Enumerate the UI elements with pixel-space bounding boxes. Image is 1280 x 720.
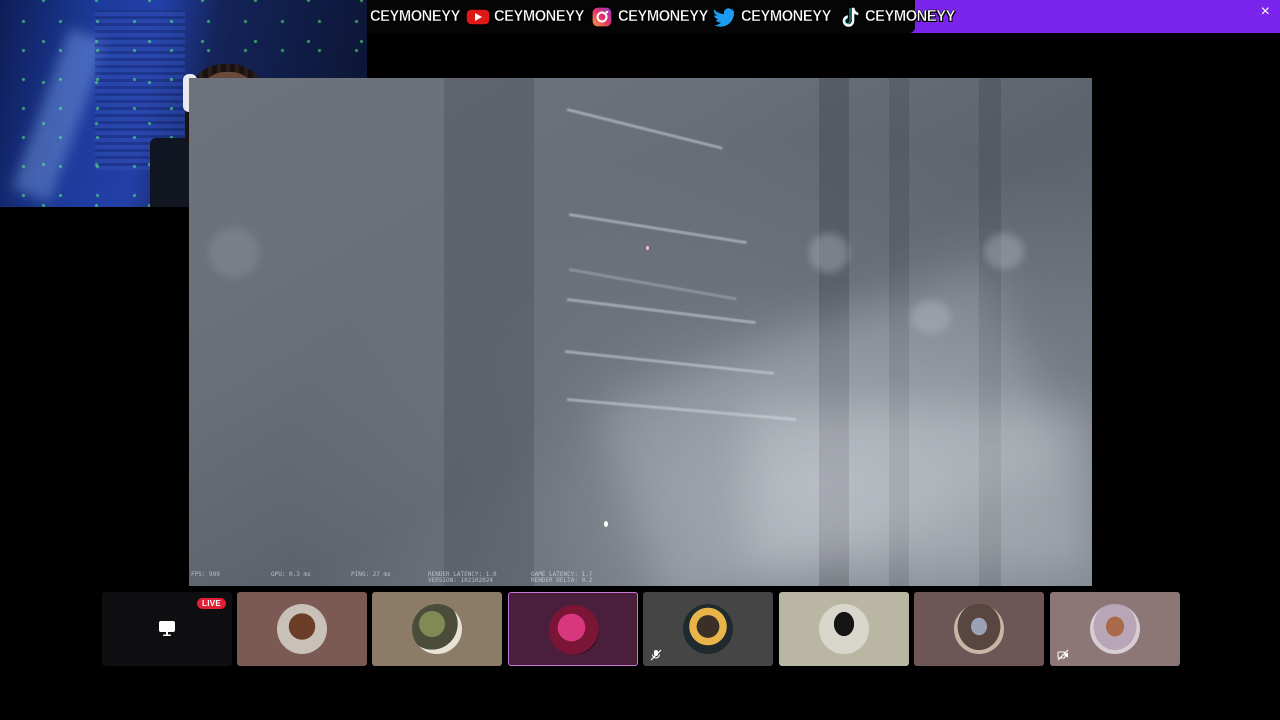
performance-hud: FPS: 999 GPU: 0.3 ms PING: 27 ms RENDER … <box>191 571 621 585</box>
mic-muted-icon <box>650 648 662 661</box>
stream-layout: CEYMONEYY CEYMONEYY CEYMONEYY CEYMONEYY … <box>0 0 1280 720</box>
screen-share-icon <box>158 620 176 642</box>
participant-tile[interactable] <box>914 592 1044 666</box>
twitter-icon <box>712 5 739 29</box>
light-beam <box>568 268 737 301</box>
hud-render-delta: RENDER DELTA: 0.2 <box>531 577 593 584</box>
camera-off-icon <box>1057 648 1069 661</box>
participant-avatar <box>819 604 869 654</box>
tiktok-icon <box>836 5 862 29</box>
light-beam <box>566 108 723 150</box>
youtube-icon <box>465 5 491 29</box>
dust-orb <box>911 300 951 334</box>
screen-share-tile[interactable]: LIVE <box>102 592 232 666</box>
participant-tile-active[interactable] <box>508 592 638 666</box>
particle <box>646 246 649 250</box>
hud-fps: FPS: 999 <box>191 571 220 578</box>
particle <box>604 521 608 527</box>
live-badge: LIVE <box>197 598 226 609</box>
hud-gpu: GPU: 0.3 ms <box>271 571 311 578</box>
participant-tile[interactable] <box>372 592 502 666</box>
youtube-handle: CEYMONEYY <box>493 7 585 25</box>
participant-avatar <box>683 604 733 654</box>
instagram-icon <box>589 5 615 29</box>
participant-tile[interactable] <box>643 592 773 666</box>
participant-tile[interactable] <box>1050 592 1180 666</box>
hud-version: VERSION: 102102024 <box>428 577 494 584</box>
instagram-handle: CEYMONEYY <box>617 7 708 25</box>
participant-strip: LIVE <box>102 592 1180 666</box>
tiktok-handle: CEYMONEYY <box>865 7 956 25</box>
participant-avatar <box>1090 604 1140 654</box>
close-icon[interactable]: × <box>1261 4 1270 20</box>
participant-tile[interactable] <box>779 592 909 666</box>
participant-avatar <box>412 604 462 654</box>
social-banner: CEYMONEYY CEYMONEYY CEYMONEYY CEYMONEYY … <box>367 0 1280 33</box>
twitter-handle: CEYMONEYY <box>741 7 832 25</box>
participant-avatar <box>549 605 599 655</box>
participant-avatar <box>954 604 1004 654</box>
game-screen-share[interactable]: FPS: 999 GPU: 0.3 ms PING: 27 ms RENDER … <box>189 78 1092 586</box>
light-haze <box>749 408 1089 568</box>
dust-orb <box>209 228 259 278</box>
hud-ping: PING: 27 ms <box>351 571 391 578</box>
social-handles: CEYMONEYY CEYMONEYY CEYMONEYY CEYMONEYY … <box>367 0 956 33</box>
light-beam <box>568 213 748 245</box>
dust-orb <box>809 233 849 273</box>
light-beam <box>566 298 756 325</box>
handle-text: CEYMONEYY <box>370 7 461 25</box>
scene-pillar <box>444 78 534 586</box>
dust-orb <box>984 233 1024 269</box>
participant-tile[interactable] <box>237 592 367 666</box>
participant-avatar <box>277 604 327 654</box>
